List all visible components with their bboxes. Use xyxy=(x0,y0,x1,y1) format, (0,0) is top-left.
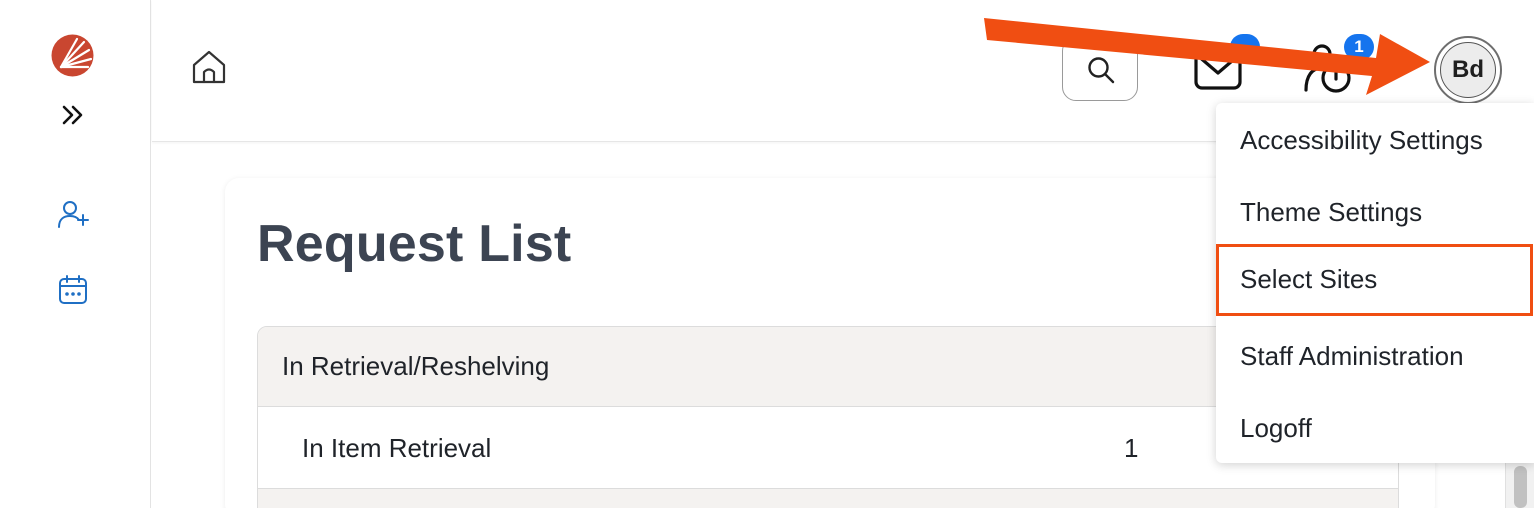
page-title: Request List xyxy=(257,215,572,273)
menu-item-accessibility-settings[interactable]: Accessibility Settings xyxy=(1216,105,1534,177)
avatar-initials: Bd xyxy=(1440,42,1496,98)
menu-item-label: Logoff xyxy=(1240,413,1312,443)
logo-icon[interactable] xyxy=(51,34,94,77)
home-icon[interactable] xyxy=(190,48,228,86)
mail-badge xyxy=(1230,34,1260,60)
add-person-icon[interactable] xyxy=(56,197,90,231)
menu-item-select-sites[interactable]: Select Sites xyxy=(1216,244,1533,316)
row-label: In Item Retrieval xyxy=(302,433,492,463)
menu-item-label: Accessibility Settings xyxy=(1240,125,1483,155)
user-menu: Accessibility Settings Theme Settings Se… xyxy=(1216,103,1534,463)
sessions-button[interactable]: 1 xyxy=(1300,34,1374,96)
menu-item-staff-administration[interactable]: Staff Administration xyxy=(1216,321,1534,393)
menu-item-theme-settings[interactable]: Theme Settings xyxy=(1216,177,1534,249)
double-chevron-right-icon[interactable] xyxy=(58,100,88,130)
calendar-icon[interactable] xyxy=(56,273,90,307)
table-row[interactable] xyxy=(258,489,1398,508)
menu-item-label: Staff Administration xyxy=(1240,341,1464,371)
search-button[interactable] xyxy=(1062,37,1138,101)
row-count: 1 xyxy=(1124,433,1139,463)
menu-item-label: Theme Settings xyxy=(1240,197,1423,227)
menu-item-label: Select Sites xyxy=(1240,264,1378,294)
sessions-badge: 1 xyxy=(1344,34,1374,60)
mail-button[interactable] xyxy=(1192,34,1260,94)
section-header-label: In Retrieval/Reshelving xyxy=(282,351,550,381)
menu-item-logoff[interactable]: Logoff xyxy=(1216,393,1534,465)
user-avatar-button[interactable]: Bd xyxy=(1434,36,1502,104)
scrollbar[interactable] xyxy=(1505,462,1534,508)
search-icon xyxy=(1088,57,1115,84)
sidebar xyxy=(0,0,151,508)
scrollbar-thumb[interactable] xyxy=(1514,466,1527,508)
